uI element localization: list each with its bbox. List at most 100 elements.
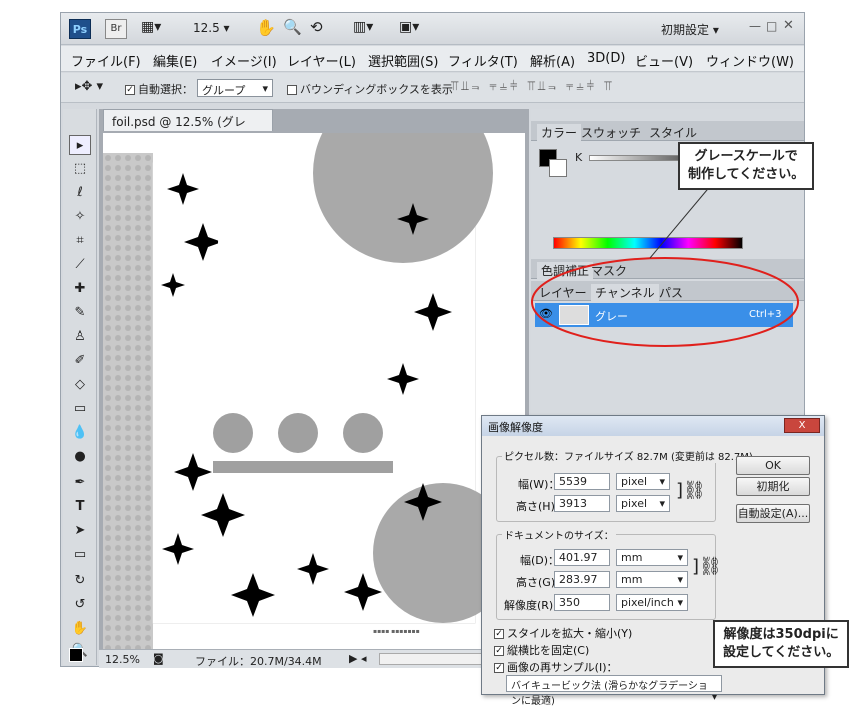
screen-mode-button[interactable]: ▣▾ — [399, 19, 419, 35]
workspace-switcher[interactable]: 初期設定 ▾ — [661, 21, 719, 38]
hand-tool-icon[interactable]: ✋ — [256, 18, 276, 37]
close-button[interactable]: ✕ — [783, 18, 794, 33]
color-ramp[interactable] — [553, 237, 743, 249]
doc-height-unit-select[interactable]: mm ▾ — [616, 571, 688, 588]
tab-masks[interactable]: マスク — [591, 262, 627, 279]
resolution-unit-select[interactable]: pixel/inch ▾ — [616, 594, 688, 611]
status-arrow-icon[interactable]: ▶ ◂ — [349, 652, 366, 665]
menu-3d[interactable]: 3D(D) — [587, 51, 625, 66]
menu-select[interactable]: 選択範囲(S) — [368, 51, 438, 70]
doc-width-unit-select[interactable]: mm ▾ — [616, 549, 688, 566]
height-unit-select[interactable]: pixel ▾ — [616, 495, 670, 512]
menu-edit[interactable]: 編集(E) — [153, 51, 197, 70]
auto-select-checkbox[interactable]: ✓ 自動選択： — [125, 81, 193, 97]
background-swatch[interactable] — [549, 159, 567, 177]
ok-button[interactable]: OK — [736, 456, 810, 475]
doc-height-input[interactable]: 283.97 — [554, 571, 610, 588]
dodge-tool-icon[interactable]: ● — [69, 447, 91, 467]
foreground-color-swatch[interactable] — [69, 648, 83, 662]
menu-bar: ファイル(F) 編集(E) イメージ(I) レイヤー(L) 選択範囲(S) フィ… — [61, 46, 804, 72]
3d-orbit-icon[interactable]: ↺ — [69, 595, 91, 615]
minimize-button[interactable]: — — [749, 19, 761, 33]
adjustments-panel-tabs: 色調補正 マスク — [531, 259, 804, 279]
move-tool-icon[interactable]: ▸ — [69, 135, 91, 155]
status-menu-icon[interactable]: ◙ — [153, 652, 164, 665]
maximize-button[interactable]: □ — [766, 19, 777, 33]
pen-tool-icon[interactable]: ✒ — [69, 473, 91, 493]
menu-layer[interactable]: レイヤー(L) — [287, 51, 356, 70]
artwork-preview: ▪▪▪▪ ▪▪▪▪▪▪▪ — [103, 83, 513, 653]
history-brush-icon[interactable]: ✐ — [69, 351, 91, 371]
height-input[interactable]: 3913 — [554, 495, 610, 512]
path-selection-icon[interactable]: ➤ — [69, 521, 91, 541]
workspace-label: 初期設定 — [661, 23, 710, 37]
menu-view[interactable]: ビュー(V) — [635, 51, 693, 70]
tab-channels[interactable]: チャンネル — [591, 284, 659, 301]
rotate-view-icon[interactable]: ⟲ — [310, 18, 323, 36]
lasso-tool-icon[interactable]: ℓ — [69, 183, 91, 203]
align-buttons[interactable]: ⫪⫫⫬ ⫧⫨⫩ ⫪⫫⫬ ⫧⫨⫩ ⫪ — [451, 79, 615, 94]
auto-select-dropdown[interactable]: グループ ▾ — [197, 79, 273, 97]
3d-rotate-icon[interactable]: ↻ — [69, 571, 91, 591]
grayscale-callout: グレースケールで 制作してください。 — [678, 142, 815, 190]
eyedropper-icon[interactable]: ⟋ — [69, 255, 91, 275]
tab-color[interactable]: カラー — [537, 124, 582, 141]
menu-window[interactable]: ウィンドウ(W) — [706, 51, 794, 70]
layers-panel-tabs: レイヤー チャンネル パス — [531, 281, 804, 301]
marquee-tool-icon[interactable]: ⬚ — [69, 159, 91, 179]
menu-file[interactable]: ファイル(F) — [71, 51, 141, 70]
document-canvas[interactable]: ▪▪▪▪ ▪▪▪▪▪▪▪ — [103, 83, 525, 653]
blur-tool-icon[interactable]: 💧 — [69, 423, 91, 443]
resolution-input[interactable]: 350 — [554, 594, 610, 611]
menu-filter[interactable]: フィルタ(T) — [448, 51, 518, 70]
document-tab[interactable]: foil.psd @ 12.5% (グレー/8) × — [103, 109, 273, 146]
application-bar: Ps Br ▦▾ 12.5 ▾ ✋ 🔍 ⟲ ▥▾ ▣▾ 初期設定 ▾ — □ ✕ — [61, 13, 804, 45]
tab-layers[interactable]: レイヤー — [539, 284, 587, 301]
screen-mode-icon[interactable]: ▦▾ — [141, 19, 171, 39]
menu-image[interactable]: イメージ(I) — [211, 51, 277, 70]
zoom-level-dropdown[interactable]: 12.5 ▾ — [193, 21, 230, 35]
dialog-title: 画像解像度 — [482, 416, 824, 436]
svg-text:▪▪▪▪ ▪▪▪▪▪▪▪: ▪▪▪▪ ▪▪▪▪▪▪▪ — [373, 628, 420, 635]
constrain-proportions-checkbox[interactable]: ✓ 縦横比を固定(C) — [494, 642, 589, 658]
bounding-box-checkbox[interactable]: バウンディングボックスを表示 — [287, 81, 453, 97]
auto-button[interactable]: 自動設定(A)... — [736, 504, 810, 523]
menu-analysis[interactable]: 解析(A) — [530, 51, 575, 70]
channel-row-gray[interactable]: 👁 グレー Ctrl+3 — [535, 303, 793, 327]
type-tool-icon[interactable]: T — [69, 497, 91, 517]
move-tool-preset-icon[interactable]: ▸✥ ▾ — [75, 79, 103, 94]
width-unit-select[interactable]: pixel ▾ — [616, 473, 670, 490]
width-input[interactable]: 5539 — [554, 473, 610, 490]
auto-select-value: グループ — [202, 84, 246, 97]
auto-select-label: 自動選択： — [138, 83, 193, 96]
magic-wand-icon[interactable]: ✧ — [69, 207, 91, 227]
reset-button[interactable]: 初期化 — [736, 477, 810, 496]
status-zoom[interactable]: 12.5% — [105, 653, 140, 666]
tab-paths[interactable]: パス — [659, 284, 683, 301]
resample-checkbox[interactable]: ✓ 画像の再サンプル(I)： — [494, 659, 618, 675]
status-file-size: ファイル：20.7M/34.4M — [195, 655, 322, 668]
bridge-button[interactable]: Br — [105, 19, 127, 39]
doc-width-unit-value: mm — [621, 551, 643, 564]
doc-width-input[interactable]: 401.97 — [554, 549, 610, 566]
dialog-close-button[interactable]: X — [784, 418, 820, 433]
photoshop-logo: Ps — [69, 19, 91, 39]
eye-icon[interactable]: 👁 — [539, 307, 553, 320]
eraser-tool-icon[interactable]: ◇ — [69, 375, 91, 395]
arrange-documents-icon[interactable]: ▥▾ — [353, 19, 373, 35]
gradient-tool-icon[interactable]: ▭ — [69, 399, 91, 419]
hand-tool-icon[interactable]: ✋ — [69, 619, 91, 639]
zoom-tool-icon[interactable]: 🔍 — [283, 18, 302, 36]
brush-tool-icon[interactable]: ✎ — [69, 303, 91, 323]
crop-tool-icon[interactable]: ⌗ — [69, 231, 91, 251]
scale-styles-checkbox[interactable]: ✓ スタイルを拡大・縮小(Y) — [494, 625, 632, 641]
tab-adjustments[interactable]: 色調補正 — [537, 262, 594, 279]
document-size-label: ドキュメントのサイズ： — [502, 527, 616, 542]
healing-brush-icon[interactable]: ✚ — [69, 279, 91, 299]
resample-method-select[interactable]: バイキュービック法 (滑らかなグラデーションに最適) ▾ — [506, 675, 722, 707]
color-panel-tabs: カラー スウォッチ スタイル — [531, 121, 804, 141]
tab-styles[interactable]: スタイル — [649, 124, 697, 141]
tab-swatches[interactable]: スウォッチ — [581, 124, 641, 141]
shape-tool-icon[interactable]: ▭ — [69, 545, 91, 565]
clone-stamp-icon[interactable]: ♙ — [69, 327, 91, 347]
